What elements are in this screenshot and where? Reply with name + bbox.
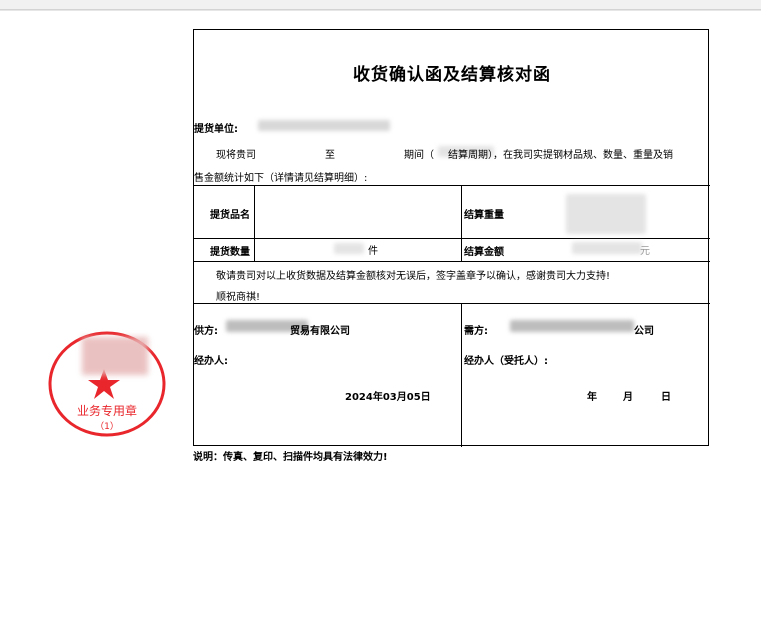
legal-footnote: 说明：传真、复印、扫描件均具有法律效力!: [193, 452, 388, 463]
grid-line: [194, 238, 710, 239]
buyer-date-month: 月: [623, 392, 633, 403]
grid-line: [461, 185, 462, 261]
confirm-line1: 敬请贵司对以上收货数据及结算金额核对无误后，签字盖章予以确认，感谢贵司大力支持!: [216, 271, 611, 282]
grid-line: [254, 185, 255, 261]
intro-line2: 售金额统计如下（详情请见结算明细）:: [194, 173, 368, 184]
document-title: 收货确认函及结算核对函: [353, 65, 551, 85]
redacted-quantity: [334, 243, 364, 254]
buyer-label: 需方:: [464, 326, 488, 337]
redacted-pickup-unit: [258, 120, 390, 131]
buyer-date-year: 年: [587, 392, 597, 403]
viewer-toolbar: [0, 0, 761, 10]
confirm-line2: 顺祝商祺!: [216, 292, 261, 303]
seal-bottom-text: 业务专用章: [77, 403, 137, 418]
redacted-buyer-name: [510, 320, 634, 332]
intro-prefix: 现将贵司: [216, 150, 256, 161]
settle-amount-suffix: 元: [640, 246, 650, 257]
intro-to: 至: [325, 150, 335, 161]
buyer-name-suffix: 公司: [634, 326, 654, 337]
seal-number: （1）: [95, 421, 119, 432]
quantity-label: 提货数量: [210, 247, 250, 258]
supplier-date: 2024年03月05日: [345, 392, 431, 403]
intro-period-tail: 结算周期），在我司实提钢材品规、数量、重量及销: [448, 150, 673, 161]
intro-period: 期间（: [404, 150, 434, 161]
redacted-settle-weight: [566, 194, 646, 234]
product-name-label: 提货品名: [210, 210, 250, 221]
grid-line: [461, 303, 462, 447]
pickup-unit-label: 提货单位:: [194, 124, 238, 135]
buyer-date-day: 日: [661, 392, 671, 403]
supplier-handler-label: 经办人:: [194, 356, 228, 367]
seal-graphic: 业务专用章 （1）: [48, 331, 166, 437]
toolbar-divider: [0, 10, 761, 11]
grid-line: [194, 303, 710, 304]
grid-line: [194, 185, 710, 186]
confirmation-letter: 收货确认函及结算核对函 提货单位: 现将贵司 至 期间（ 结算周期），在我司实提…: [193, 29, 710, 447]
settle-weight-label: 结算重量: [464, 210, 504, 221]
company-seal-stamp: 业务专用章 （1）: [46, 329, 168, 439]
grid-line: [194, 261, 710, 262]
settle-amount-label: 结算金额: [464, 247, 504, 258]
buyer-handler-label: 经办人（受托人）:: [464, 356, 548, 367]
quantity-suffix: 件: [368, 246, 378, 257]
supplier-label: 供方:: [194, 326, 218, 337]
redacted-settle-amount: [572, 242, 642, 254]
supplier-name-suffix: 贸易有限公司: [290, 326, 350, 337]
